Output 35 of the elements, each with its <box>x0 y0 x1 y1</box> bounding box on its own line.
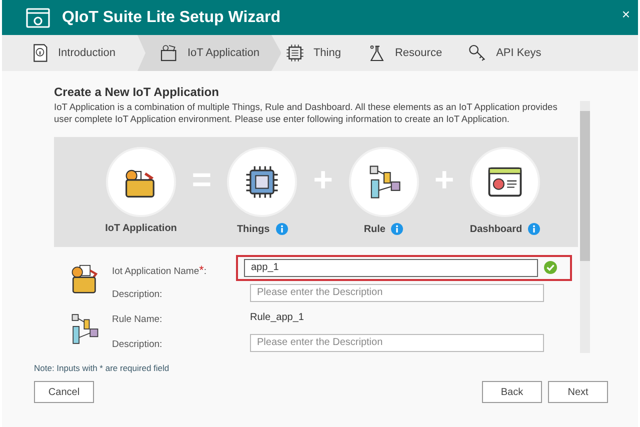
chip-icon <box>285 43 306 63</box>
wizard-step[interactable]: API Keys <box>464 35 564 71</box>
diagram-label: IoT Application <box>105 223 177 234</box>
wizard-step[interactable]: Introduction <box>26 35 138 71</box>
field-label: Description: <box>112 339 162 350</box>
scrollbar[interactable] <box>580 101 590 353</box>
operator-sign: = <box>192 161 212 200</box>
info-icon[interactable] <box>276 223 288 235</box>
diagram-label: Dashboard <box>470 224 522 234</box>
input-field[interactable]: Please enter the Description <box>250 284 544 302</box>
info-icon[interactable] <box>528 223 540 235</box>
wizard-step[interactable]: IoT Application <box>137 35 282 71</box>
field-label: Description: <box>112 289 162 300</box>
diagram-label: Rule <box>364 224 386 234</box>
operator-sign: + <box>434 161 454 200</box>
diagram-label: Things <box>236 224 270 234</box>
cancel-button[interactable]: Cancel <box>34 381 94 403</box>
description-text: IoT Application is a combination of multiple Things, Rule and Dashboard. All these elements as an IoT Application provides user complete IoT Application environment. Please use enter following information to create an IoT Application. <box>54 101 558 125</box>
label-colon: : <box>204 266 206 276</box>
operator-sign: + <box>313 161 333 200</box>
wizard-step[interactable]: Resource <box>362 35 464 71</box>
note-text: Note: Inputs with * are required field <box>34 363 170 373</box>
window-title: QIoT Suite Lite Setup Wizard <box>62 8 282 26</box>
field-value: Rule_app_1 <box>250 312 304 323</box>
back-button[interactable]: Back <box>482 381 542 403</box>
info-icon[interactable] <box>391 223 404 235</box>
field-label: Iot Application Name <box>112 266 200 276</box>
field-label: Rule Name: <box>112 314 162 325</box>
next-button[interactable]: Next <box>548 381 608 403</box>
close-button[interactable]: × <box>622 6 630 22</box>
section-heading: Create a New IoT Application <box>54 85 220 99</box>
input-field[interactable]: app_1 <box>244 258 538 276</box>
wizard-step[interactable]: Thing <box>281 35 363 71</box>
required-mark: * <box>199 262 204 276</box>
input-field[interactable]: Please enter the Description <box>250 334 544 352</box>
